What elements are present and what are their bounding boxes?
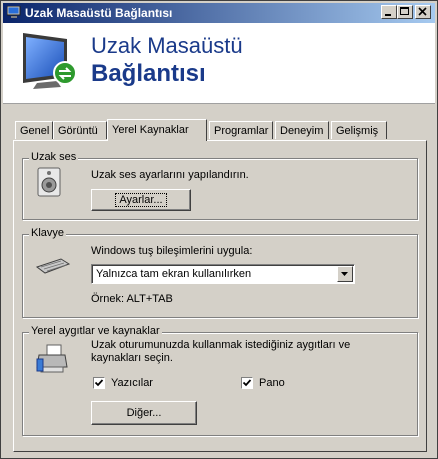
chevron-down-icon (341, 272, 348, 276)
header-banner: Uzak Masaüstü Bağlantısı (3, 23, 435, 104)
printers-label[interactable]: Yazıcılar (111, 377, 153, 389)
audio-settings-button[interactable]: Ayarlar... (91, 189, 191, 211)
key-combination-select[interactable]: Yalnızca tam ekran kullanılırken (91, 264, 355, 284)
checkmark-icon (94, 379, 104, 387)
audio-settings-button-label: Ayarlar... (115, 193, 167, 207)
tab-programlar[interactable]: Programlar (209, 121, 273, 139)
rdp-window: Uzak Masaüstü Bağlantısı Uzak Masaüstü B… (0, 0, 438, 459)
more-devices-button-label: Diğer... (126, 407, 162, 419)
minimize-icon (385, 14, 391, 16)
remote-audio-group-label: Uzak ses (29, 151, 79, 163)
remote-desktop-logo-icon (23, 33, 77, 89)
local-devices-icon (36, 344, 68, 373)
close-icon (418, 7, 427, 16)
tab-label: Gelişmiş (336, 125, 379, 137)
close-button[interactable] (415, 5, 431, 19)
printers-checkbox[interactable] (93, 377, 105, 389)
local-devices-group: Yerel aygıtlar ve kaynaklar Uzak oturumu… (22, 325, 418, 436)
tab-goruntu[interactable]: Görüntü (53, 121, 107, 139)
banner-title-line2: Bağlantısı (91, 60, 206, 87)
tab-label: Genel (20, 125, 50, 137)
tab-yerel-kaynaklar[interactable]: Yerel Kaynaklar (107, 119, 207, 141)
key-combination-value: Yalnızca tam ekran kullanılırken (96, 268, 252, 280)
keyboard-icon (35, 258, 71, 274)
remote-audio-group: Uzak ses Uzak ses ayarlarını yapılandırı… (22, 151, 418, 220)
title-bar[interactable]: Uzak Masaüstü Bağlantısı (3, 3, 435, 23)
keyboard-group: Klavye Windows tuş bileşimlerini uygula:… (22, 227, 418, 318)
dropdown-button[interactable] (337, 266, 353, 282)
checkmark-icon (242, 379, 252, 387)
local-devices-description-line1: Uzak oturumunuzda kullanmak istediğiniz … (91, 339, 351, 351)
tab-gelismis[interactable]: Gelişmiş (331, 121, 387, 139)
clipboard-checkbox[interactable] (241, 377, 253, 389)
window-title: Uzak Masaüstü Bağlantısı (25, 6, 173, 20)
banner-title-line1: Uzak Masaüstü (91, 33, 243, 58)
tab-label: Programlar (214, 125, 269, 137)
local-devices-description-line2: kaynakları seçin. (91, 352, 173, 364)
speaker-icon (37, 167, 61, 197)
tab-label: Deneyim (280, 125, 324, 137)
tab-label: Yerel Kaynaklar (112, 124, 189, 136)
remote-audio-description: Uzak ses ayarlarını yapılandırın. (91, 169, 249, 181)
maximize-icon (400, 7, 409, 15)
local-devices-group-label: Yerel aygıtlar ve kaynaklar (29, 325, 162, 337)
clipboard-label[interactable]: Pano (259, 377, 285, 389)
local-resources-panel: Uzak ses Uzak ses ayarlarını yapılandırı… (13, 140, 427, 452)
keyboard-description: Windows tuş bileşimlerini uygula: (91, 245, 253, 257)
maximize-button[interactable] (397, 5, 413, 19)
tab-deneyim[interactable]: Deneyim (275, 121, 329, 139)
tab-genel[interactable]: Genel (15, 121, 53, 139)
tab-label: Görüntü (58, 125, 98, 137)
rdp-app-icon (7, 6, 21, 18)
minimize-button[interactable] (381, 5, 397, 19)
keyboard-example: Örnek: ALT+TAB (91, 293, 173, 305)
more-devices-button[interactable]: Diğer... (91, 401, 197, 425)
keyboard-group-label: Klavye (29, 227, 67, 239)
